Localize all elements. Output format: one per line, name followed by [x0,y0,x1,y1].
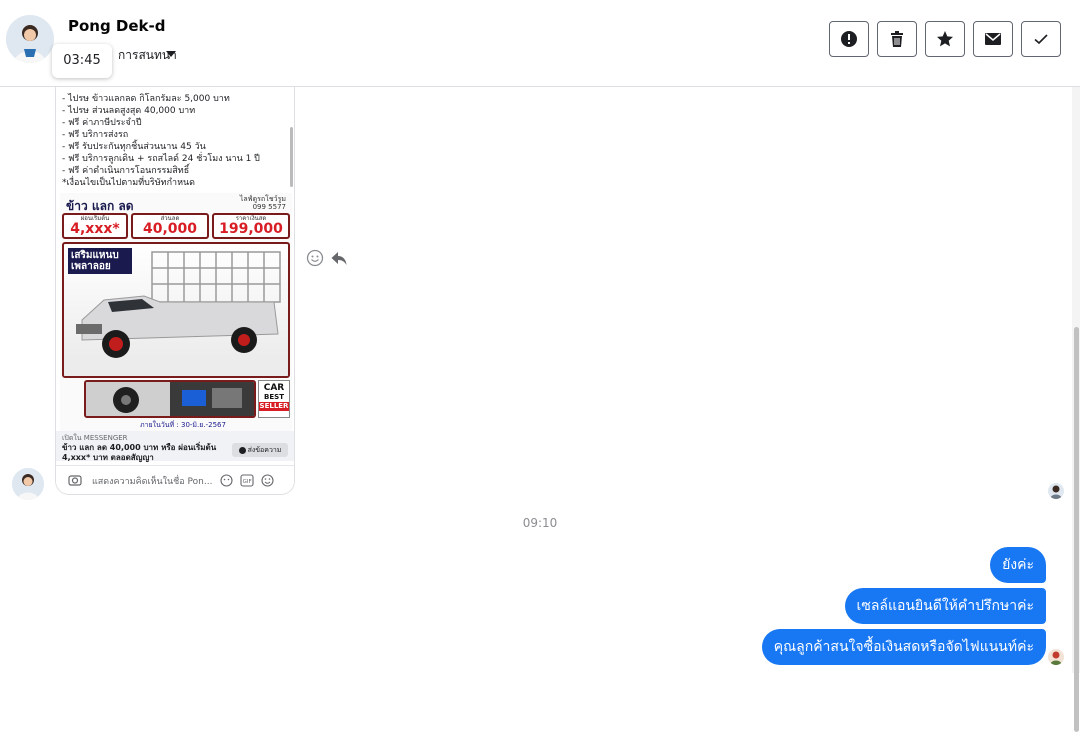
done-button[interactable] [1021,21,1061,57]
post-line: - ฟรี บริการส่งรถ [62,130,129,140]
reply-icon[interactable] [330,249,348,267]
send-message-label: ส่งข้อความ [247,446,282,454]
post-scrollbar[interactable] [290,127,293,187]
truck-parts-icon [86,382,254,416]
ad-date: ภายในวันที่ : 30-มิ.ย.-2567 [140,421,226,429]
ad-detail-photos [84,380,256,418]
ad-box-installment: ผ่อนเริ่มต้น 4,xxx* [62,213,128,239]
car-best-seller-logo: CAR BEST SELLER [258,380,290,418]
post-line: - ฟรี ค่าภาษีประจำปี [62,118,142,128]
post-line: - ฟรี ค่าดำเนินการโอนกรรมสิทธิ์ [62,166,190,176]
chevron-down-icon[interactable] [166,51,176,57]
send-message-button[interactable]: ส่งข้อความ [232,443,288,457]
shared-post-card[interactable]: - ไปรษ ข้าวแลกลด กิโลกรัมละ 5,000 บาท - … [55,87,295,495]
checkmark-icon [1034,34,1048,45]
contact-avatar[interactable] [6,15,54,63]
logo-line: CAR [263,383,285,393]
post-line: - ฟรี บริการลูกเดิน + รถสไลด์ 24 ชั่วโมง… [62,154,260,164]
delete-button[interactable] [877,21,917,57]
post-line: - ไปรษ ส่วนลดสูงสุด 40,000 บาท [62,106,196,116]
ad-box-value: 199,000 [219,221,283,237]
message-bubble[interactable]: ยังค่ะ [990,547,1046,583]
pickup-truck-icon [64,251,288,376]
envelope-icon [985,33,1001,45]
post-line: - ไปรษ ข้าวแลกลด กิโลกรัมละ 5,000 บาท [62,94,230,104]
post-text: - ไปรษ ข้าวแลกลด กิโลกรัมละ 5,000 บาท - … [62,87,292,189]
scrollbar-track[interactable] [1072,87,1080,732]
sticker-icon[interactable] [220,474,233,487]
conversation-header: Pong Dek-d การสนทนา 03:45 [0,0,1080,87]
gif-icon[interactable]: GIF [240,474,254,487]
mark-unread-button[interactable] [973,21,1013,57]
contact-avatar-small[interactable] [12,468,44,500]
star-button[interactable] [925,21,965,57]
logo-line: BEST [264,393,284,401]
ad-box-cash-price: ราคาเงินสด 199,000 [212,213,290,239]
camera-icon[interactable] [68,474,82,486]
messenger-icon [238,446,246,454]
ad-box-value: 4,xxx* [70,221,120,237]
ad-box-value: 40,000 [142,221,198,237]
message-bubble[interactable]: เซลล์แอนยินดีให้คำปรึกษาค่ะ [844,588,1046,624]
ad-phone: ไลฟ์ดูรถโชว์รูม 099 5577 [239,195,286,211]
trash-icon [891,31,903,47]
post-footer[interactable]: เปิดใน MESSENGER ข้าว แลก ลด 40,000 บาท … [56,431,294,462]
react-emoji-icon[interactable] [306,249,324,267]
contact-name[interactable]: Pong Dek-d [68,17,166,35]
comment-input[interactable]: แสดงความคิดเห็นในชื่อ Pon... [92,474,212,488]
ad-box-discount: ส่วนลด 40,000 [131,213,209,239]
message-bubble[interactable]: คุณลูกค้าสนใจซื้อเงินสดหรือจัดไฟแนนท์ค่ะ [761,629,1046,665]
report-button[interactable] [829,21,869,57]
svg-text:GIF: GIF [243,479,252,485]
time-separator: 09:10 [522,516,558,530]
seen-avatar [1048,483,1064,499]
truck-photo: เสริมแหนบ เพลาลอย [62,242,290,378]
ad-image[interactable]: ข้าว แลก ลด ไลฟ์ดูรถโชว์รูม 099 5577 ผ่อ… [60,193,292,431]
time-tooltip: 03:45 [52,44,112,78]
emoji-icon[interactable] [261,474,274,487]
post-line: *เงื่อนไขเป็นไปตามที่บริษัทกำหนด [62,178,195,188]
post-caption: ข้าว แลก ลด 40,000 บาท หรือ ผ่อนเริ่มต้น… [62,443,217,462]
comment-composer[interactable]: แสดงความคิดเห็นในชื่อ Pon... GIF [56,465,294,493]
logo-line: SELLER [259,402,289,411]
star-icon [937,31,953,47]
seen-avatar [1048,649,1064,665]
alert-circle-icon [841,31,857,47]
post-line: - ฟรี รับประกันทุกชิ้นส่วนนาน 45 วัน [62,142,206,152]
